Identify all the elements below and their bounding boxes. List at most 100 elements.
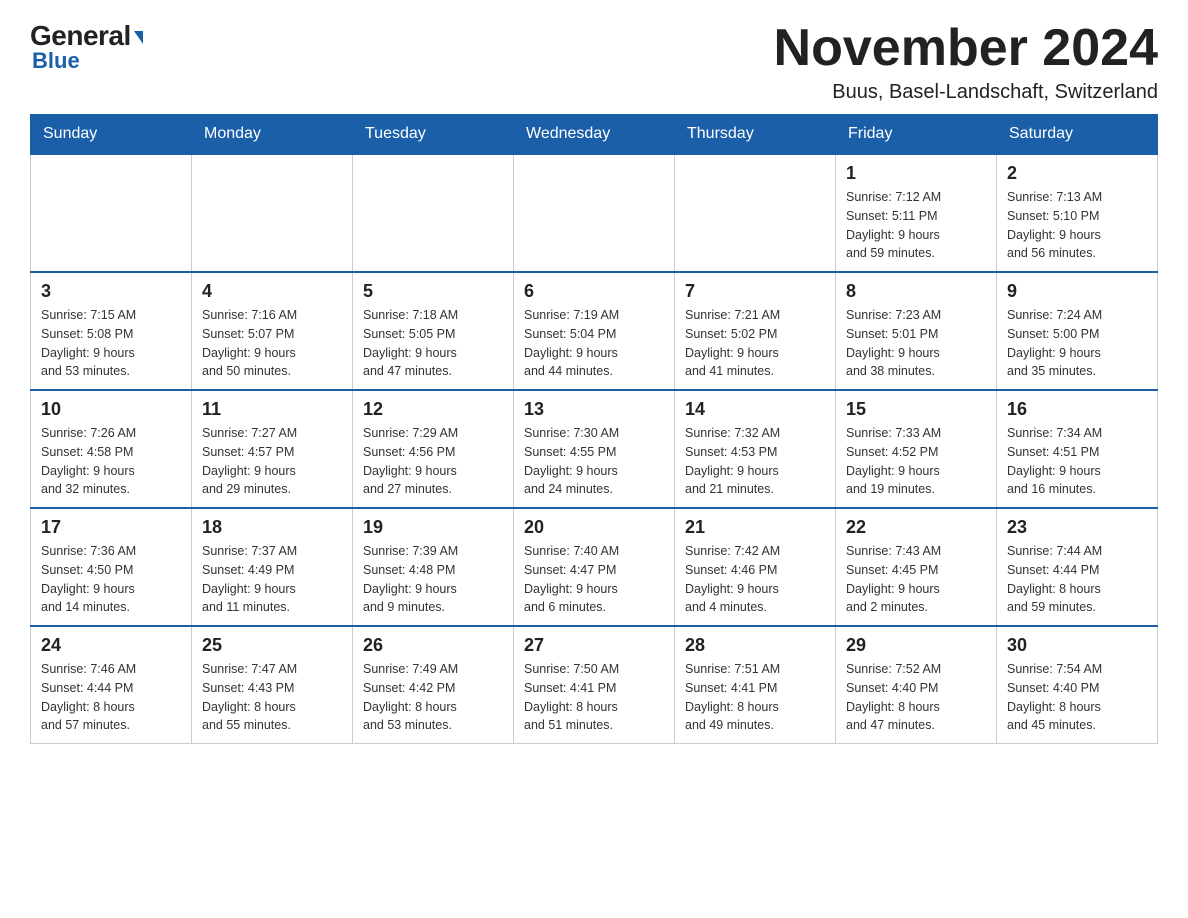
day-number: 15 — [846, 399, 986, 420]
calendar-cell: 17Sunrise: 7:36 AM Sunset: 4:50 PM Dayli… — [31, 508, 192, 626]
calendar-cell — [353, 154, 514, 272]
day-number: 3 — [41, 281, 181, 302]
calendar-cell: 6 Sunrise: 7:19 AM Sunset: 5:04 PM Daylig… — [514, 272, 675, 390]
col-sunday: Sunday — [31, 115, 192, 155]
day-number: 11 — [202, 399, 342, 420]
calendar-cell: 20 Sunrise: 7:40 AM Sunset: 4:47 PM Dayli… — [514, 508, 675, 626]
calendar-cell: 25 Sunrise: 7:47 AM Sunset: 4:43 PM Dayli… — [192, 626, 353, 744]
calendar-week-5: 24 Sunrise: 7:46 AM Sunset: 4:44 PM Dayli… — [31, 626, 1158, 744]
calendar-cell: 4Sunrise: 7:16 AM Sunset: 5:07 PM Daylig… — [192, 272, 353, 390]
day-number: 7 — [685, 281, 825, 302]
calendar-cell: 22 Sunrise: 7:43 AM Sunset: 4:45 PM Dayli… — [836, 508, 997, 626]
calendar-cell: 23 Sunrise: 7:44 AM Sunset: 4:44 PM Dayli… — [997, 508, 1158, 626]
day-number: 25 — [202, 635, 342, 656]
col-wednesday: Wednesday — [514, 115, 675, 155]
day-number: 2 — [1007, 163, 1147, 184]
title-block: November 2024 Buus, Basel-Landschaft, Sw… — [774, 20, 1158, 104]
day-info: Sunrise: 7:43 AM Sunset: 4:45 PM Dayligh… — [846, 542, 986, 617]
calendar-cell: 14Sunrise: 7:32 AM Sunset: 4:53 PM Dayli… — [675, 390, 836, 508]
day-number: 10 — [41, 399, 181, 420]
day-info: Sunrise: 7:21 AM Sunset: 5:02 PM Dayligh… — [685, 306, 825, 381]
day-info: Sunrise: 7:49 AM Sunset: 4:42 PM Dayligh… — [363, 660, 503, 735]
day-info: Sunrise: 7:19 AM Sunset: 5:04 PM Dayligh… — [524, 306, 664, 381]
day-info: Sunrise: 7:37 AM Sunset: 4:49 PM Dayligh… — [202, 542, 342, 617]
day-number: 12 — [363, 399, 503, 420]
day-number: 4 — [202, 281, 342, 302]
calendar-cell: 10 Sunrise: 7:26 AM Sunset: 4:58 PM Dayli… — [31, 390, 192, 508]
day-info: Sunrise: 7:18 AM Sunset: 5:05 PM Dayligh… — [363, 306, 503, 381]
day-info: Sunrise: 7:34 AM Sunset: 4:51 PM Dayligh… — [1007, 424, 1147, 499]
day-info: Sunrise: 7:44 AM Sunset: 4:44 PM Dayligh… — [1007, 542, 1147, 617]
day-number: 9 — [1007, 281, 1147, 302]
calendar-week-4: 17Sunrise: 7:36 AM Sunset: 4:50 PM Dayli… — [31, 508, 1158, 626]
col-tuesday: Tuesday — [353, 115, 514, 155]
day-info: Sunrise: 7:42 AM Sunset: 4:46 PM Dayligh… — [685, 542, 825, 617]
col-thursday: Thursday — [675, 115, 836, 155]
day-info: Sunrise: 7:15 AM Sunset: 5:08 PM Dayligh… — [41, 306, 181, 381]
day-number: 5 — [363, 281, 503, 302]
day-info: Sunrise: 7:47 AM Sunset: 4:43 PM Dayligh… — [202, 660, 342, 735]
day-info: Sunrise: 7:33 AM Sunset: 4:52 PM Dayligh… — [846, 424, 986, 499]
calendar-header-row: Sunday Monday Tuesday Wednesday Thursday… — [31, 115, 1158, 155]
calendar-cell — [192, 154, 353, 272]
calendar-cell: 18 Sunrise: 7:37 AM Sunset: 4:49 PM Dayli… — [192, 508, 353, 626]
day-info: Sunrise: 7:24 AM Sunset: 5:00 PM Dayligh… — [1007, 306, 1147, 381]
calendar-cell — [675, 154, 836, 272]
day-number: 22 — [846, 517, 986, 538]
day-number: 30 — [1007, 635, 1147, 656]
day-number: 24 — [41, 635, 181, 656]
calendar-cell: 5 Sunrise: 7:18 AM Sunset: 5:05 PM Daylig… — [353, 272, 514, 390]
calendar-week-2: 3 Sunrise: 7:15 AM Sunset: 5:08 PM Daylig… — [31, 272, 1158, 390]
day-info: Sunrise: 7:13 AM Sunset: 5:10 PM Dayligh… — [1007, 188, 1147, 263]
calendar-cell: 8 Sunrise: 7:23 AM Sunset: 5:01 PM Daylig… — [836, 272, 997, 390]
day-number: 19 — [363, 517, 503, 538]
calendar-cell: 15 Sunrise: 7:33 AM Sunset: 4:52 PM Dayli… — [836, 390, 997, 508]
day-info: Sunrise: 7:29 AM Sunset: 4:56 PM Dayligh… — [363, 424, 503, 499]
col-friday: Friday — [836, 115, 997, 155]
day-number: 8 — [846, 281, 986, 302]
day-info: Sunrise: 7:40 AM Sunset: 4:47 PM Dayligh… — [524, 542, 664, 617]
day-info: Sunrise: 7:27 AM Sunset: 4:57 PM Dayligh… — [202, 424, 342, 499]
day-number: 16 — [1007, 399, 1147, 420]
calendar-cell: 24 Sunrise: 7:46 AM Sunset: 4:44 PM Dayli… — [31, 626, 192, 744]
day-info: Sunrise: 7:30 AM Sunset: 4:55 PM Dayligh… — [524, 424, 664, 499]
day-number: 13 — [524, 399, 664, 420]
day-number: 29 — [846, 635, 986, 656]
day-info: Sunrise: 7:54 AM Sunset: 4:40 PM Dayligh… — [1007, 660, 1147, 735]
page-header: General Blue November 2024 Buus, Basel-L… — [30, 20, 1158, 104]
col-saturday: Saturday — [997, 115, 1158, 155]
day-info: Sunrise: 7:26 AM Sunset: 4:58 PM Dayligh… — [41, 424, 181, 499]
day-number: 20 — [524, 517, 664, 538]
logo-triangle-icon — [134, 31, 143, 44]
calendar-cell — [514, 154, 675, 272]
location: Buus, Basel-Landschaft, Switzerland — [774, 81, 1158, 104]
day-number: 23 — [1007, 517, 1147, 538]
day-info: Sunrise: 7:12 AM Sunset: 5:11 PM Dayligh… — [846, 188, 986, 263]
calendar-cell: 1 Sunrise: 7:12 AM Sunset: 5:11 PM Daylig… — [836, 154, 997, 272]
day-number: 6 — [524, 281, 664, 302]
calendar-cell: 13 Sunrise: 7:30 AM Sunset: 4:55 PM Dayli… — [514, 390, 675, 508]
day-number: 28 — [685, 635, 825, 656]
day-info: Sunrise: 7:46 AM Sunset: 4:44 PM Dayligh… — [41, 660, 181, 735]
calendar-table: Sunday Monday Tuesday Wednesday Thursday… — [30, 114, 1158, 744]
calendar-cell: 28Sunrise: 7:51 AM Sunset: 4:41 PM Dayli… — [675, 626, 836, 744]
calendar-cell: 7 Sunrise: 7:21 AM Sunset: 5:02 PM Daylig… — [675, 272, 836, 390]
calendar-cell: 2 Sunrise: 7:13 AM Sunset: 5:10 PM Daylig… — [997, 154, 1158, 272]
day-number: 14 — [685, 399, 825, 420]
day-number: 1 — [846, 163, 986, 184]
day-number: 21 — [685, 517, 825, 538]
calendar-week-1: 1 Sunrise: 7:12 AM Sunset: 5:11 PM Daylig… — [31, 154, 1158, 272]
calendar-cell: 12 Sunrise: 7:29 AM Sunset: 4:56 PM Dayli… — [353, 390, 514, 508]
month-title: November 2024 — [774, 20, 1158, 77]
calendar-cell: 19 Sunrise: 7:39 AM Sunset: 4:48 PM Dayli… — [353, 508, 514, 626]
calendar-cell: 21 Sunrise: 7:42 AM Sunset: 4:46 PM Dayli… — [675, 508, 836, 626]
day-info: Sunrise: 7:39 AM Sunset: 4:48 PM Dayligh… — [363, 542, 503, 617]
calendar-cell: 9 Sunrise: 7:24 AM Sunset: 5:00 PM Daylig… — [997, 272, 1158, 390]
day-info: Sunrise: 7:23 AM Sunset: 5:01 PM Dayligh… — [846, 306, 986, 381]
day-number: 26 — [363, 635, 503, 656]
calendar-cell: 3 Sunrise: 7:15 AM Sunset: 5:08 PM Daylig… — [31, 272, 192, 390]
calendar-cell: 29Sunrise: 7:52 AM Sunset: 4:40 PM Dayli… — [836, 626, 997, 744]
calendar-cell — [31, 154, 192, 272]
day-number: 18 — [202, 517, 342, 538]
logo: General Blue — [30, 20, 143, 74]
